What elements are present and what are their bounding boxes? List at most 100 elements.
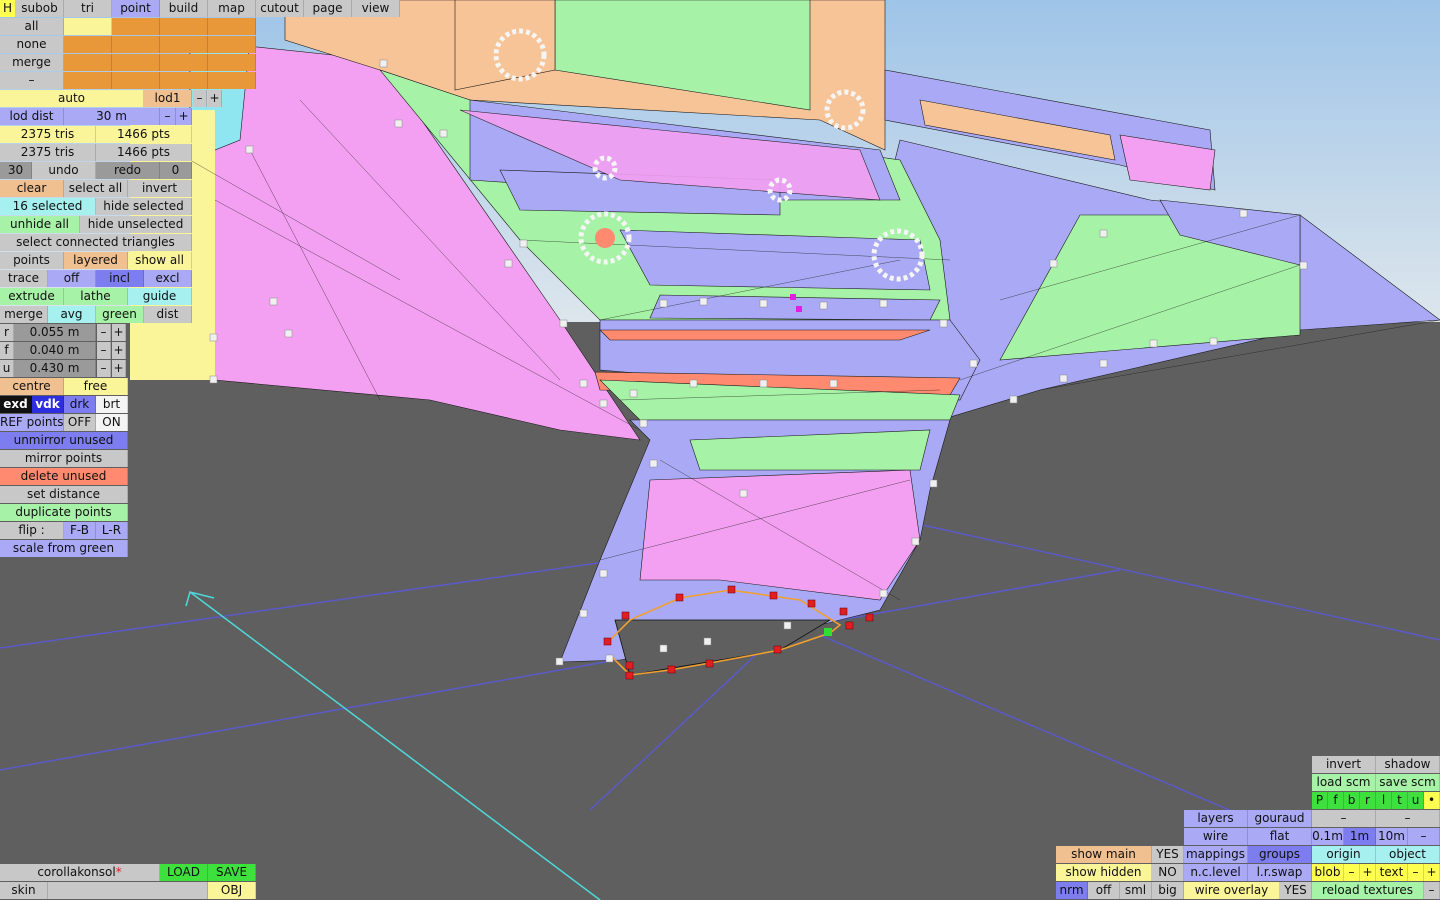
swatch-cell[interactable]	[64, 36, 112, 53]
origin-button[interactable]: origin	[1312, 846, 1376, 863]
text-plus-button[interactable]: +	[1424, 864, 1440, 881]
select-merge-button[interactable]: merge	[0, 54, 64, 71]
tab-view[interactable]: view	[352, 0, 400, 17]
tab-point[interactable]: point	[112, 0, 160, 17]
scale-from-green-button[interactable]: scale from green	[0, 540, 128, 557]
swatch-cell[interactable]	[208, 36, 256, 53]
sml-button[interactable]: sml	[1120, 882, 1152, 899]
lod-dist-value[interactable]: 30 m	[64, 108, 160, 125]
tab-map[interactable]: map	[208, 0, 256, 17]
swatch-cell[interactable]	[160, 54, 208, 71]
view-u-button[interactable]: u	[1408, 792, 1424, 809]
vdk-button[interactable]: vdk	[32, 396, 64, 413]
delete-unused-button[interactable]: delete unused	[0, 468, 128, 485]
swatch-cell[interactable]	[112, 54, 160, 71]
off-button[interactable]: off	[1088, 882, 1120, 899]
load-button[interactable]: LOAD	[160, 864, 208, 881]
load-scm-button[interactable]: load scm	[1312, 774, 1376, 791]
big-button[interactable]: big	[1152, 882, 1184, 899]
lod-dist-minus[interactable]: –	[160, 108, 176, 125]
f-minus[interactable]: –	[97, 342, 111, 359]
tab-build[interactable]: build	[160, 0, 208, 17]
save-button[interactable]: SAVE	[208, 864, 256, 881]
skin-field[interactable]	[48, 882, 208, 899]
r-minus[interactable]: –	[97, 324, 111, 341]
filename-field[interactable]: corollakonsol*	[0, 864, 160, 881]
wire-overlay-button[interactable]: wire overlay	[1184, 882, 1280, 899]
clear-button[interactable]: clear	[0, 180, 64, 197]
u-plus[interactable]: +	[112, 360, 126, 377]
duplicate-points-button[interactable]: duplicate points	[0, 504, 128, 521]
auto-button[interactable]: auto	[0, 90, 144, 107]
mappings-button[interactable]: mappings	[1184, 846, 1248, 863]
flip-fb-button[interactable]: F-B	[64, 522, 96, 539]
blob-button[interactable]: blob	[1312, 864, 1344, 881]
select-minus-button[interactable]: –	[0, 72, 64, 89]
guide-button[interactable]: guide	[128, 288, 192, 305]
centre-button[interactable]: centre	[0, 378, 64, 395]
obj-button[interactable]: OBJ	[208, 882, 256, 899]
swatch-cell[interactable]	[160, 72, 208, 89]
trace-excl-button[interactable]: excl	[144, 270, 192, 287]
show-hidden-label[interactable]: show hidden	[1056, 864, 1152, 881]
lod-minus-button[interactable]: –	[193, 90, 207, 107]
step-1m-button[interactable]: 1m	[1344, 828, 1376, 845]
groups-button[interactable]: groups	[1248, 846, 1312, 863]
r-value[interactable]: 0.055 m	[14, 324, 96, 341]
exd-button[interactable]: exd	[0, 396, 32, 413]
show-main-label[interactable]: show main	[1056, 846, 1152, 863]
swatch-cell[interactable]	[208, 54, 256, 71]
swatch-cell[interactable]	[112, 72, 160, 89]
view-dot-button[interactable]: •	[1424, 792, 1440, 809]
lr-swap-button[interactable]: l.r.swap	[1248, 864, 1312, 881]
save-scm-button[interactable]: save scm	[1376, 774, 1440, 791]
swatch-cell[interactable]	[64, 72, 112, 89]
lod-dist-plus[interactable]: +	[176, 108, 192, 125]
flip-lr-button[interactable]: L-R	[96, 522, 128, 539]
step-0-1m-button[interactable]: 0.1m	[1312, 828, 1344, 845]
shadow-button[interactable]: shadow	[1376, 756, 1440, 773]
hide-unselected-button[interactable]: hide unselected	[80, 216, 192, 233]
invert-selection-button[interactable]: invert	[128, 180, 192, 197]
invert-button[interactable]: invert	[1312, 756, 1376, 773]
dist-button[interactable]: dist	[144, 306, 192, 323]
mirror-points-button[interactable]: mirror points	[0, 450, 128, 467]
tab-cutout[interactable]: cutout	[256, 0, 304, 17]
swatch-cell[interactable]	[112, 18, 160, 35]
view-t-button[interactable]: t	[1392, 792, 1408, 809]
lathe-button[interactable]: lathe	[64, 288, 128, 305]
blob-minus-button[interactable]: –	[1344, 864, 1360, 881]
trace-off-button[interactable]: off	[48, 270, 96, 287]
merge-points-button[interactable]: merge	[0, 306, 48, 323]
undo-button[interactable]: undo	[32, 162, 96, 179]
drk-button[interactable]: drk	[64, 396, 96, 413]
reload-textures-button[interactable]: reload textures	[1312, 882, 1424, 899]
f-value[interactable]: 0.040 m	[14, 342, 96, 359]
view-b-button[interactable]: b	[1344, 792, 1360, 809]
redo-button[interactable]: redo	[96, 162, 160, 179]
trace-button[interactable]: trace	[0, 270, 48, 287]
green-button[interactable]: green	[96, 306, 144, 323]
reload-minus-button[interactable]: –	[1424, 882, 1440, 899]
show-main-value[interactable]: YES	[1152, 846, 1184, 863]
nrm-button[interactable]: nrm	[1056, 882, 1088, 899]
swatch-cell[interactable]	[160, 18, 208, 35]
flat-button[interactable]: flat	[1248, 828, 1312, 845]
u-value[interactable]: 0.430 m	[14, 360, 96, 377]
tab-tri[interactable]: tri	[64, 0, 112, 17]
text-minus-button[interactable]: –	[1408, 864, 1424, 881]
view-f-button[interactable]: f	[1328, 792, 1344, 809]
swatch-cell[interactable]	[64, 54, 112, 71]
select-all-points-button[interactable]: select all	[64, 180, 128, 197]
blob-plus-button[interactable]: +	[1360, 864, 1376, 881]
show-all-button[interactable]: show all	[128, 252, 192, 269]
view-r-button[interactable]: r	[1360, 792, 1376, 809]
step-minus-button[interactable]: –	[1408, 828, 1440, 845]
extrude-button[interactable]: extrude	[0, 288, 64, 305]
ref-on-button[interactable]: ON	[96, 414, 128, 431]
lod-selector[interactable]: lod1	[144, 90, 192, 107]
show-hidden-value[interactable]: NO	[1152, 864, 1184, 881]
swatch-cell[interactable]	[160, 36, 208, 53]
r-plus[interactable]: +	[112, 324, 126, 341]
hide-selected-button[interactable]: hide selected	[96, 198, 192, 215]
